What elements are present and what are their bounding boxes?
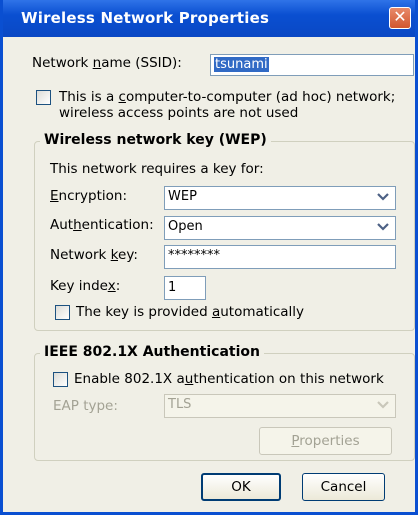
ok-button[interactable]: OK [201, 473, 281, 501]
wep-requires-text: This network requires a key for: [50, 161, 264, 177]
cancel-button[interactable]: Cancel [302, 473, 385, 501]
eap-type-select[interactable]: TLS [164, 394, 396, 418]
properties-button[interactable]: Properties [259, 427, 392, 455]
enable-8021x-checkbox[interactable] [53, 372, 68, 387]
adhoc-checkbox[interactable] [36, 90, 51, 105]
ssid-value: tsunami [214, 57, 269, 72]
chevron-down-icon [377, 401, 389, 409]
auto-key-label: The key is provided automatically [76, 304, 305, 320]
enable-8021x-label: Enable 802.1X authentication on this net… [74, 371, 384, 387]
encryption-label: Encryption: [50, 188, 128, 204]
close-button[interactable]: ✕ [389, 7, 411, 29]
eap-type-value: TLS [168, 397, 192, 412]
wep-group-title: Wireless network key (WEP) [40, 132, 271, 148]
key-index-label: Key index: [50, 278, 121, 294]
encryption-select[interactable]: WEP [164, 186, 396, 210]
authentication-label: Authentication: [50, 217, 154, 233]
chevron-down-icon [377, 223, 389, 231]
window-title: Wireless Network Properties [21, 9, 270, 27]
chevron-down-icon [377, 193, 389, 201]
ieee-group-title: IEEE 802.1X Authentication [40, 344, 264, 360]
authentication-select[interactable]: Open [164, 216, 396, 240]
network-key-input[interactable]: ******** [164, 245, 396, 269]
eap-type-label: EAP type: [53, 398, 118, 414]
key-index-input[interactable]: 1 [164, 276, 206, 300]
title-bar[interactable]: Wireless Network Properties ✕ [3, 0, 415, 37]
dialog-window: Wireless Network Properties ✕ Network na… [0, 0, 418, 515]
encryption-value: WEP [168, 189, 197, 204]
adhoc-label: This is a computer-to-computer (ad hoc) … [59, 89, 396, 121]
close-icon: ✕ [393, 7, 407, 26]
auto-key-checkbox[interactable] [55, 305, 70, 320]
authentication-value: Open [168, 219, 203, 234]
ssid-label: Network name (SSID): [32, 55, 182, 71]
ssid-input[interactable]: tsunami [210, 54, 414, 76]
network-key-label: Network key: [50, 247, 138, 263]
